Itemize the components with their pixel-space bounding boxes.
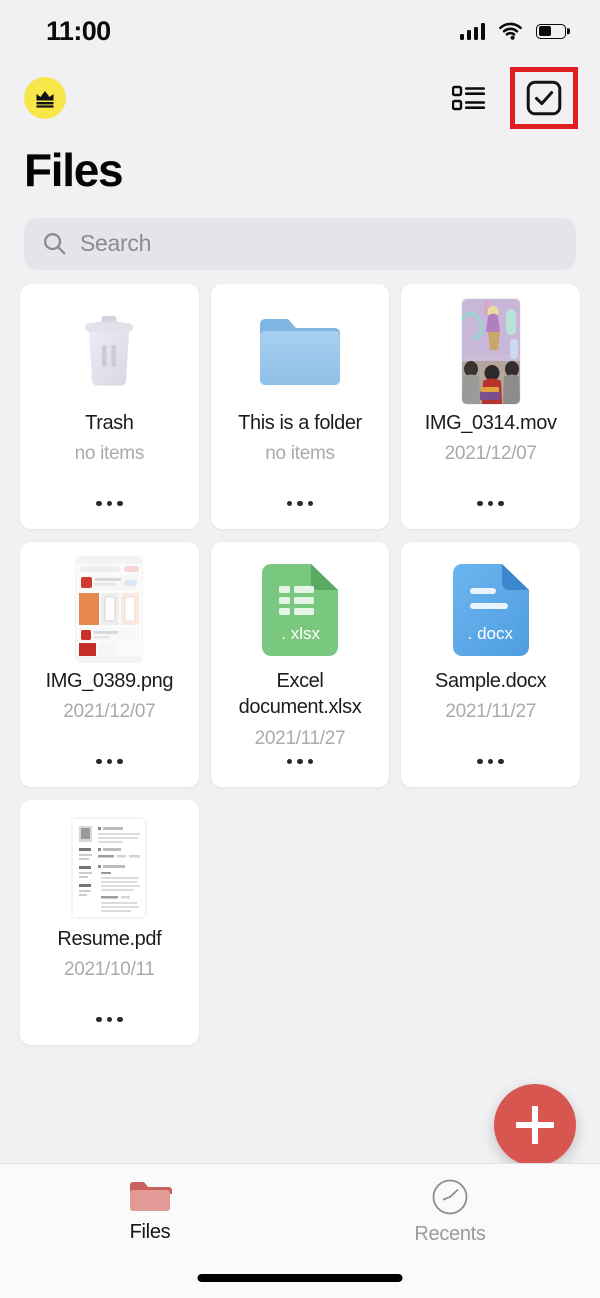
status-bar-time: 11:00 [46,15,111,46]
file-name: Resume.pdf [57,927,162,950]
docx-file-icon: . docx [452,563,529,656]
page-title: Files [24,144,124,196]
list-view-icon [452,85,485,111]
cellular-signal-icon [459,22,485,40]
file-more-button[interactable] [468,751,514,773]
app-bar [0,62,600,134]
select-mode-button[interactable] [526,80,562,116]
file-card-docx[interactable]: . docx Sample.docx 2021/11/27 [401,541,580,787]
checkbox-check-icon [526,80,562,116]
search-section: Search [0,200,600,270]
file-grid: Trash no items This is a folder no items [0,270,600,1045]
file-meta: no items [74,443,145,465]
list-view-button[interactable] [450,79,488,117]
file-more-button[interactable] [86,493,132,515]
folder-icon [259,318,340,385]
file-name: Trash [85,411,134,434]
file-card-video[interactable]: IMG_0314.mov 2021/12/07 [401,283,580,529]
file-card-folder[interactable]: This is a folder no items [210,283,390,529]
file-meta: 2021/10/11 [63,959,155,981]
add-file-button[interactable] [494,1084,576,1166]
file-name: This is a folder [238,411,362,434]
clock-tab-icon [432,1179,468,1214]
xlsx-file-icon: . xlsx [261,563,338,656]
file-card-xlsx[interactable]: . xlsx Excel document.xlsx 2021/11/27 [210,541,390,787]
bottom-tab-bar: Files Recents [0,1163,600,1298]
file-name: IMG_0389.png [45,669,174,692]
app-bar-actions [450,67,578,129]
file-thumbnail [211,298,390,406]
tab-label: Files [129,1220,171,1243]
search-input[interactable]: Search [80,230,151,257]
file-meta: 2021/12/07 [63,701,156,723]
search-bar[interactable]: Search [24,217,576,270]
file-more-button[interactable] [86,1009,132,1031]
file-meta: 2021/11/27 [254,727,346,749]
select-mode-highlight [510,67,578,129]
video-thumbnail [461,299,520,404]
tab-files[interactable]: Files [0,1164,300,1259]
file-more-button[interactable] [277,493,323,515]
file-card-image[interactable]: IMG_0389.png 2021/12/07 [20,541,199,787]
file-card-pdf[interactable]: Resume.pdf 2021/10/11 [20,799,199,1045]
wifi-icon [499,22,522,40]
file-more-button[interactable] [468,493,514,515]
crown-icon [36,91,54,108]
battery-icon [536,23,566,39]
file-meta: 2021/11/27 [445,701,536,723]
trash-icon [85,315,134,386]
tab-recents[interactable]: Recents [300,1164,600,1259]
file-name: Sample.docx [435,669,547,692]
file-thumbnail: . docx [401,556,580,664]
file-name: Excel document.xlsx [238,669,362,719]
file-name: IMG_0314.mov [424,411,557,434]
file-more-button[interactable] [86,751,132,773]
file-thumbnail [20,298,199,406]
image-thumbnail [76,557,143,662]
file-meta: 2021/12/07 [444,443,537,465]
file-meta: no items [265,443,335,465]
file-thumbnail [401,298,580,406]
folder-tab-icon [130,1181,172,1211]
pdf-thumbnail [72,817,147,918]
search-icon [44,233,66,255]
status-bar-icons [459,22,566,40]
file-extension-badge: . docx [467,624,513,643]
file-thumbnail [20,556,199,664]
file-card-trash[interactable]: Trash no items [20,283,199,529]
premium-crown-badge[interactable] [24,77,66,119]
tab-label: Recents [414,1222,486,1245]
file-extension-badge: . xlsx [281,624,320,643]
file-thumbnail [20,814,199,922]
status-bar: 11:00 [0,0,600,62]
file-more-button[interactable] [277,751,323,773]
file-thumbnail: . xlsx [211,556,390,664]
home-indicator [197,1274,403,1282]
